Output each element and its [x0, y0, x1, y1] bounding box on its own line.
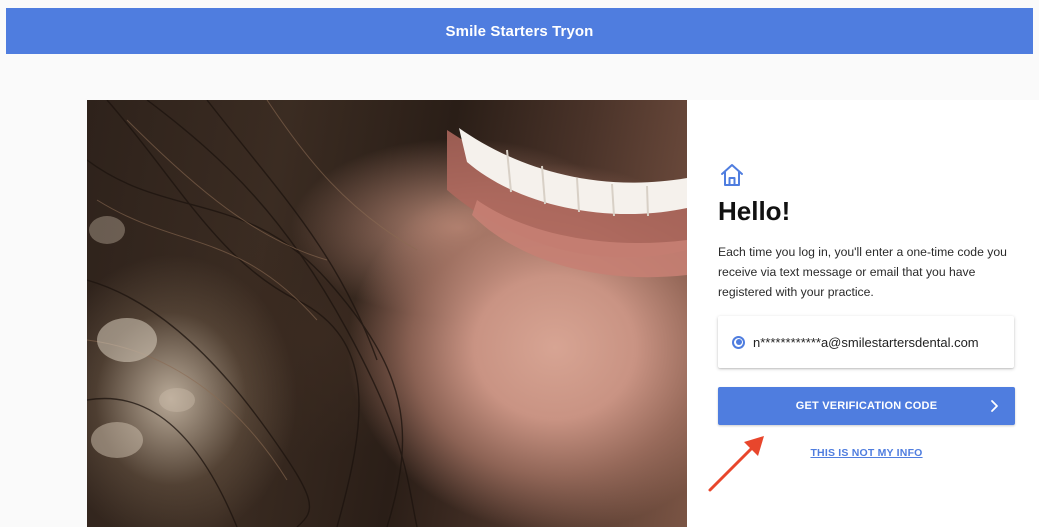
contact-option-email[interactable]: n************a@smilestartersdental.com: [718, 316, 1014, 368]
contact-radio-button[interactable]: [732, 335, 745, 349]
hero-photo-smiling-woman: [87, 100, 687, 527]
login-page: Smile Starters Tryon Hello! Each time yo…: [0, 0, 1039, 527]
greeting-heading: Hello!: [718, 196, 791, 226]
get-verification-code-button[interactable]: GET VERIFICATION CODE: [718, 387, 1015, 425]
top-bar: Smile Starters Tryon: [6, 8, 1033, 54]
home-icon: [721, 164, 743, 186]
verify-button-label: GET VERIFICATION CODE: [795, 400, 938, 412]
contact-email-label: n************a@smilestartersdental.com: [753, 334, 979, 350]
practice-title: Smile Starters Tryon: [445, 22, 594, 40]
annotation-arrow-icon: [708, 436, 764, 492]
radio-selected-dot: [735, 339, 742, 345]
chevron-right-icon: [991, 400, 998, 412]
login-description: Each time you log in, you'll enter a one…: [718, 245, 1007, 299]
hero-photo-drawing: [87, 100, 687, 527]
